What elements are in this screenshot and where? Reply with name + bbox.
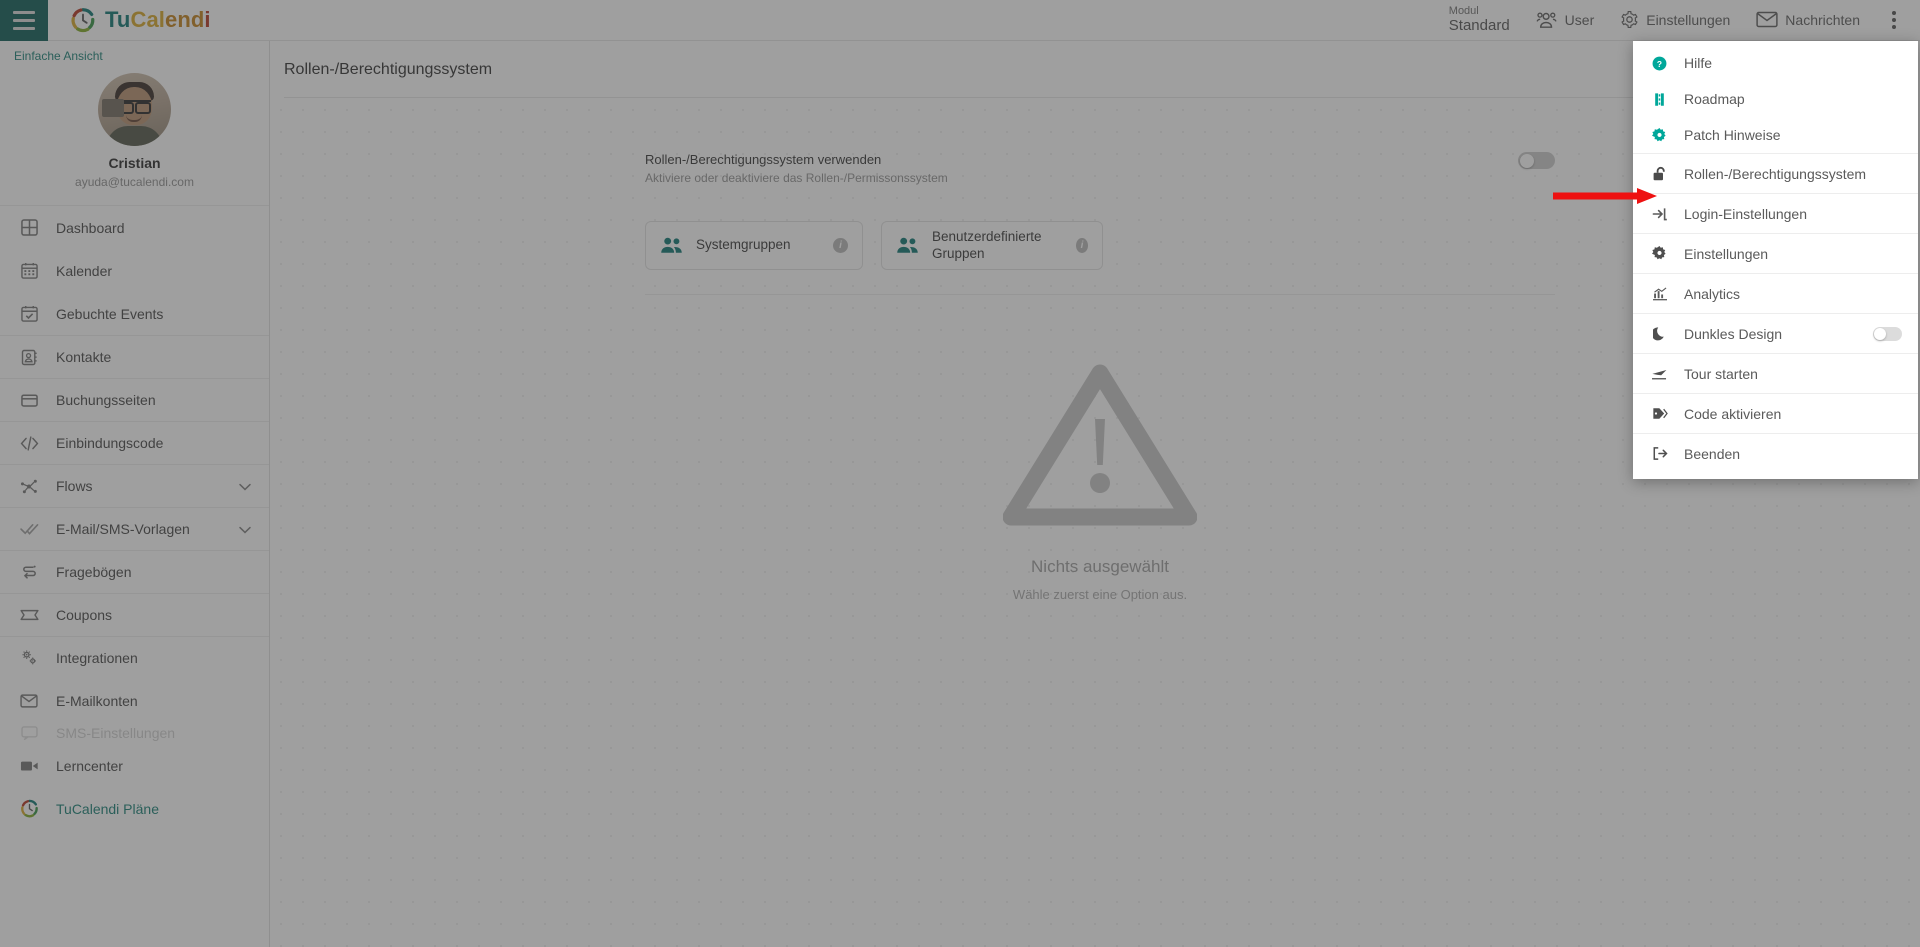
moon-icon — [1651, 326, 1668, 341]
menu-label: Patch Hinweise — [1684, 127, 1781, 143]
roadmap-icon — [1651, 92, 1668, 107]
menu-item-beenden[interactable]: Beenden — [1633, 433, 1918, 473]
menu-item-code-aktivieren[interactable]: Code aktivieren — [1633, 393, 1918, 433]
tag-icon — [1651, 406, 1668, 421]
menu-item-analytics[interactable]: Analytics — [1633, 273, 1918, 313]
menu-item-dunkles-design[interactable]: Dunkles Design — [1633, 313, 1918, 353]
plane-icon — [1651, 367, 1668, 381]
menu-item-roadmap[interactable]: Roadmap — [1633, 81, 1918, 117]
menu-item-tour-starten[interactable]: Tour starten — [1633, 353, 1918, 393]
menu-label: Tour starten — [1684, 365, 1758, 382]
menu-label: Login-Einstellungen — [1684, 205, 1807, 222]
menu-item-hilfe[interactable]: ? Hilfe — [1633, 45, 1918, 81]
menu-item-login-einstellungen[interactable]: Login-Einstellungen — [1633, 193, 1918, 233]
help-circle-icon: ? — [1651, 56, 1668, 71]
menu-label: Beenden — [1684, 445, 1741, 462]
dark-mode-switch[interactable] — [1873, 326, 1902, 341]
modal-overlay[interactable] — [0, 0, 1920, 947]
menu-label: Roadmap — [1684, 91, 1745, 107]
menu-label: Dunkles Design — [1684, 325, 1783, 342]
menu-label: Rollen-/Berechtigungssystem — [1684, 165, 1867, 182]
menu-label: Hilfe — [1684, 55, 1713, 71]
logout-icon — [1651, 446, 1668, 461]
unlock-icon — [1651, 166, 1668, 182]
login-icon — [1651, 206, 1668, 222]
analytics-icon — [1651, 286, 1668, 301]
gear-icon — [1651, 127, 1668, 143]
app-root: TuCalendi Modul Standard User — [0, 0, 1920, 947]
menu-item-rollen-berechtigungssystem[interactable]: Rollen-/Berechtigungssystem — [1633, 153, 1918, 193]
menu-item-einstellungen[interactable]: Einstellungen — [1633, 233, 1918, 273]
menu-label: Einstellungen — [1684, 245, 1769, 262]
settings-dropdown-menu: ? Hilfe Roadmap Patch Hinweise Rollen-/B… — [1633, 41, 1918, 479]
gear-icon — [1651, 246, 1668, 261]
menu-label: Code aktivieren — [1684, 405, 1782, 422]
annotation-arrow — [1553, 188, 1657, 204]
switch-knob — [1874, 327, 1886, 340]
menu-item-patch-hinweise[interactable]: Patch Hinweise — [1633, 117, 1918, 153]
svg-text:?: ? — [1657, 58, 1662, 68]
menu-label: Analytics — [1684, 285, 1741, 302]
